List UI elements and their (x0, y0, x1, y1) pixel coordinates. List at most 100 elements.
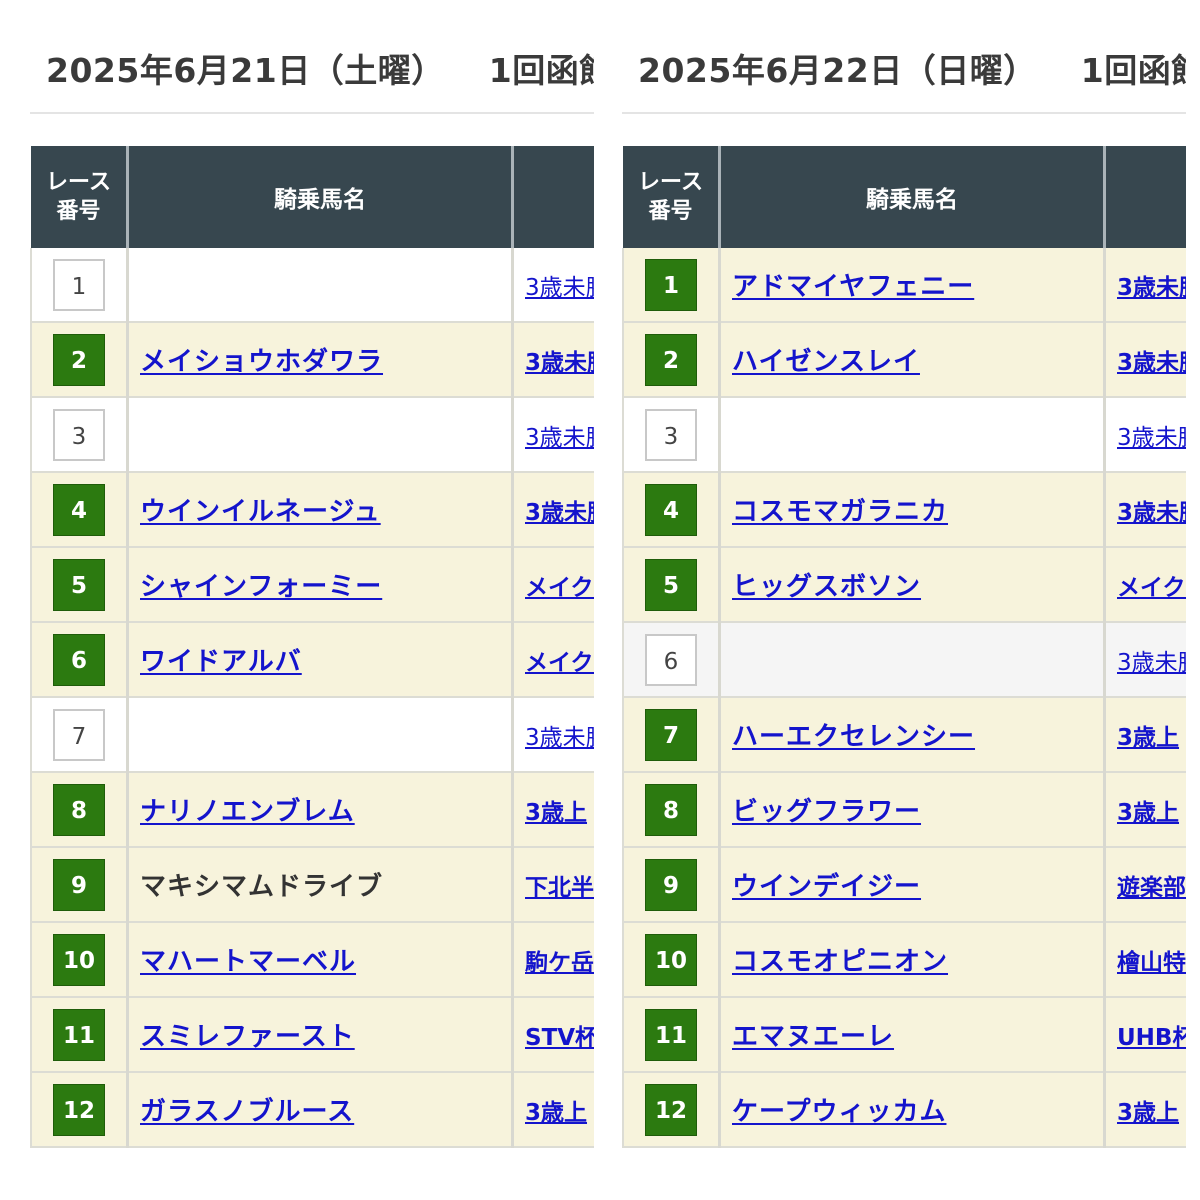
horse-name-link[interactable]: シャインフォーミー (140, 566, 382, 603)
horse-name-link[interactable]: ウインデイジー (732, 866, 921, 903)
race-name-link[interactable]: STV杯 (525, 1018, 594, 1052)
race-name-cell: 3歳未勝利 (512, 248, 594, 323)
race-number-badge: 7 (53, 708, 105, 761)
race-name-link[interactable]: 3歳未勝利 (1117, 418, 1186, 452)
race-name-link[interactable]: メイクデビュー (525, 568, 594, 602)
race-number-badge: 4 (645, 483, 697, 536)
horse-name-header: 騎乗馬名 (127, 146, 514, 248)
race-name-link[interactable]: 3歳上 (525, 793, 587, 827)
race-number-cell: 4 (30, 472, 129, 548)
race-name-link[interactable]: 3歳未勝利 (1117, 268, 1186, 302)
race-name-cell: メイクデビュー (512, 547, 594, 623)
race-name-link[interactable]: 3歳未勝利 (525, 343, 594, 377)
race-name-cell: 駒ケ岳 (512, 922, 594, 998)
race-number-badge: 4 (53, 483, 105, 536)
horse-name-cell: ナリノエンブレム (127, 772, 514, 848)
race-name-link[interactable]: メイクデビュー (1117, 568, 1186, 602)
table-row: 3 3歳未勝利 (30, 397, 594, 473)
race-number-badge: 12 (53, 1083, 105, 1136)
race-name-cell: 遊楽部 (1104, 847, 1186, 923)
race-number-badge: 3 (53, 408, 105, 461)
race-name-link[interactable]: 3歳未勝利 (525, 493, 594, 527)
table-row: 4 コスモマガラニカ 3歳未勝利 (622, 472, 1186, 548)
horse-name-cell: ウインイルネージュ (127, 472, 514, 548)
race-number-cell: 9 (30, 847, 129, 923)
horse-name-link[interactable]: マハートマーベル (140, 941, 356, 978)
race-number-header: レース 番号 (623, 146, 721, 248)
horse-name-cell: ハイゼンスレイ (719, 322, 1106, 398)
horse-name-link[interactable]: スミレファースト (140, 1016, 355, 1053)
race-name-link[interactable]: 3歳未勝利 (525, 268, 594, 302)
table-row: 9 ウインデイジー 遊楽部 (622, 847, 1186, 923)
race-name-link[interactable]: 3歳未勝利 (525, 718, 594, 752)
horse-name-cell: ハーエクセレンシー (719, 697, 1106, 773)
race-number-badge: 8 (645, 783, 697, 836)
race-name-link[interactable]: 3歳上 (1117, 718, 1179, 752)
horse-name-link[interactable]: ハイゼンスレイ (732, 341, 920, 378)
race-number-badge: 5 (645, 558, 697, 611)
race-name-cell: 3歳未勝利 (1104, 397, 1186, 473)
horse-name-cell: ケープウィッカム (719, 1072, 1106, 1148)
horse-name-cell (719, 397, 1106, 473)
race-number-cell: 7 (30, 697, 129, 773)
horse-name-cell (127, 397, 514, 473)
race-name-link[interactable]: 3歳未勝利 (1117, 493, 1186, 527)
race-name-cell: 檜山特別 (1104, 922, 1186, 998)
race-number-cell: 11 (30, 997, 129, 1073)
horse-name-link[interactable]: ガラスノブルース (140, 1091, 354, 1128)
race-number-cell: 2 (30, 322, 129, 398)
race-name-cell: 3歳未勝利 (512, 397, 594, 473)
horse-name-cell: マキシマムドライブ (127, 847, 514, 923)
race-number-cell: 6 (30, 622, 129, 698)
horse-name-link[interactable]: コスモマガラニカ (732, 491, 948, 528)
horse-name-link[interactable]: ウインイルネージュ (140, 491, 381, 528)
race-name-cell: 3歳上 (1104, 1072, 1186, 1148)
horse-name-link[interactable]: ハーエクセレンシー (732, 716, 975, 753)
horse-name-cell (719, 622, 1106, 698)
table-row: 4 ウインイルネージュ 3歳未勝利 (30, 472, 594, 548)
race-name-link[interactable]: 3歳未勝利 (525, 418, 594, 452)
race-name-link[interactable]: UHB杯 (1117, 1018, 1186, 1052)
horse-name-cell: エマヌエーレ (719, 997, 1106, 1073)
horse-name-link[interactable]: メイショウホダワラ (140, 341, 383, 378)
table-row: 9 マキシマムドライブ 下北半島 (30, 847, 594, 923)
race-table: レース番号 騎乗馬名 1 3歳未勝利 2 メイショウホダワラ 3歳未勝利 3 3歳未勝利 4ウ… (30, 146, 594, 1148)
race-number-badge: 9 (53, 858, 105, 911)
race-name-link[interactable]: 檜山特別 (1117, 943, 1186, 977)
table-row: 12 ケープウィッカム 3歳上 (622, 1072, 1186, 1148)
horse-name-link[interactable]: エマヌエーレ (732, 1016, 894, 1053)
race-name-cell: 3歳未勝利 (512, 322, 594, 398)
race-number-cell: 9 (622, 847, 721, 923)
race-name-link[interactable]: 下北半島 (525, 868, 594, 902)
date-label: 2025年6月21日（土曜） (46, 51, 445, 90)
horse-name-link[interactable]: ヒッグスボソン (732, 566, 921, 603)
race-name-cell: 3歳上 (512, 1072, 594, 1148)
race-name-cell: 3歳未勝利 (1104, 622, 1186, 698)
horse-name-cell: コスモオピニオン (719, 922, 1106, 998)
race-name-link[interactable]: 遊楽部 (1117, 868, 1186, 902)
horse-name-link[interactable]: コスモオピニオン (732, 941, 948, 978)
race-number-cell: 8 (622, 772, 721, 848)
race-name-link[interactable]: 3歳上 (1117, 1093, 1179, 1127)
horse-name-link[interactable]: ビッグフラワー (732, 791, 921, 828)
race-number-cell: 5 (30, 547, 129, 623)
race-name-cell: UHB杯 (1104, 997, 1186, 1073)
horse-name-cell (127, 248, 514, 323)
race-name-link[interactable]: 3歳未勝利 (1117, 343, 1186, 377)
horse-name-link[interactable]: ワイドアルバ (140, 641, 302, 678)
table-row: 8 ナリノエンブレム 3歳上 (30, 772, 594, 848)
table-row: 6 3歳未勝利 (622, 622, 1186, 698)
horse-name-link[interactable]: ケープウィッカム (732, 1091, 946, 1128)
horse-name-link[interactable]: ナリノエンブレム (140, 791, 355, 828)
race-name-link[interactable]: 駒ケ岳 (525, 943, 594, 977)
race-number-badge: 11 (645, 1008, 697, 1061)
race-table-body: 1 アドマイヤフェニー 3歳未勝利 2 ハイゼンスレイ 3歳未勝利 3 3歳未勝利 4 コスモマガ… (622, 248, 1186, 1148)
race-name-link[interactable]: 3歳未勝利 (1117, 643, 1186, 677)
race-name-link[interactable]: 3歳上 (1117, 793, 1179, 827)
race-name-link[interactable]: 3歳上 (525, 1093, 587, 1127)
horse-name-link[interactable]: アドマイヤフェニー (732, 266, 974, 303)
race-name-cell: 3歳未勝利 (1104, 248, 1186, 323)
race-number-badge: 11 (53, 1008, 105, 1061)
race-name-link[interactable]: メイクデビュー (525, 643, 594, 677)
table-row: 1 アドマイヤフェニー 3歳未勝利 (622, 248, 1186, 323)
